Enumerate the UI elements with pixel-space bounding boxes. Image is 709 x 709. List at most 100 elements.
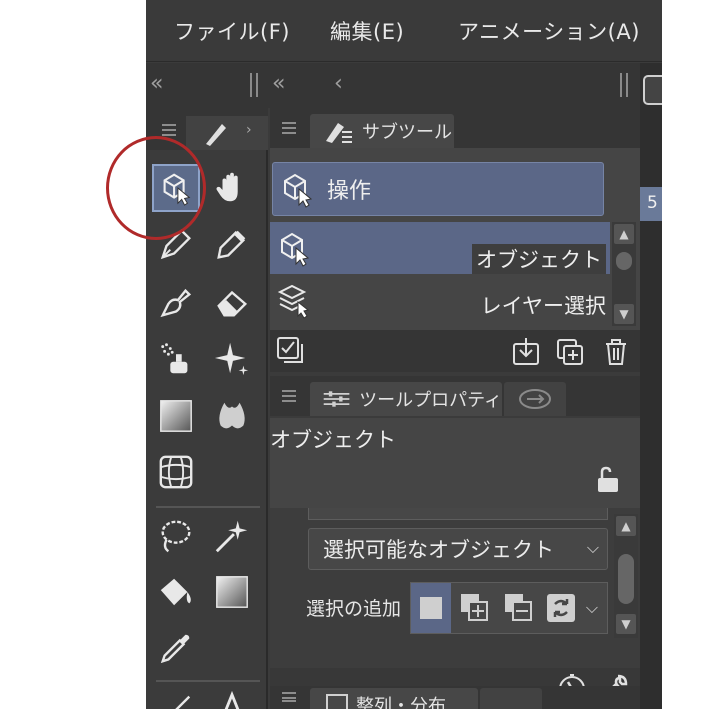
menu-animation[interactable]: アニメーション(A)	[458, 16, 640, 46]
mode-more-dropdown[interactable]: ⌵	[577, 583, 607, 633]
panel-number[interactable]: 5	[640, 187, 662, 221]
sub-tool-menu-icon[interactable]	[282, 122, 296, 134]
tab-overflow-icon: ›	[246, 122, 252, 138]
brush-icon	[160, 288, 192, 318]
lasso-tool[interactable]	[152, 512, 200, 560]
hand-tool[interactable]	[208, 164, 256, 212]
sub-tool-item-object-label: オブジェクト	[472, 244, 606, 274]
text-tool[interactable]	[208, 684, 256, 709]
selectable-object-dropdown[interactable]: 選択可能なオブジェクト ⌵	[308, 528, 608, 570]
airbrush-tool[interactable]	[152, 334, 200, 382]
mode-chevron-icon: ⌵	[585, 598, 599, 617]
menu-bar: ファイル(F) 編集(E) アニメーション(A)	[146, 0, 662, 62]
tool-property-tab[interactable]: ツールプロパティ	[310, 382, 502, 416]
sub-tool-group-label: 操作	[327, 179, 372, 204]
pen-icon	[160, 229, 191, 260]
grip-handle[interactable]	[250, 73, 258, 97]
line-tool[interactable]	[152, 684, 200, 709]
line-icon	[175, 695, 191, 709]
tool-property-name: オブジェクト	[270, 428, 396, 452]
gradient-fill-icon	[216, 576, 248, 608]
tool-property-header: オブジェクト	[270, 418, 640, 508]
sub-tool-list: 操作 オブジェクト レイヤー選択 ▲ ▼	[270, 148, 640, 330]
scroll-up-icon[interactable]: ▲	[614, 224, 634, 244]
tool-palette-tabbar: ›	[146, 108, 268, 150]
property-scroll-down-icon[interactable]: ▼	[616, 614, 636, 634]
brush-tool[interactable]	[152, 278, 200, 326]
eyedropper-tool[interactable]	[152, 624, 200, 672]
sub-tool-tabbar: サブツール	[270, 108, 640, 148]
previous-row	[308, 508, 608, 520]
operation-icon	[163, 173, 191, 206]
align-tab[interactable]: 整列・分布	[310, 688, 478, 709]
property-scroll-thumb[interactable]	[618, 554, 634, 604]
tool-property-scrollbar[interactable]: ▲ ▼	[614, 514, 638, 638]
auto-select-tool[interactable]	[208, 512, 256, 560]
collapse-sub-icon[interactable]: «	[272, 71, 285, 96]
right-panel-strip: 5	[640, 63, 662, 709]
scroll-thumb[interactable]	[616, 252, 632, 270]
back-chevron-icon[interactable]: ‹	[334, 71, 343, 96]
sub-tool-item-layer-select-label: レイヤー選択	[480, 294, 606, 318]
mode-toggle-selection[interactable]	[541, 583, 581, 633]
app-window: ファイル(F) 編集(E) アニメーション(A) « « ‹ 5 › サブツール…	[146, 0, 662, 709]
sub-tool-scrollbar[interactable]: ▲ ▼	[612, 222, 636, 326]
new-selection-icon	[420, 597, 442, 619]
pencil-tool[interactable]	[208, 220, 256, 268]
sub-tool-checkbox-icon[interactable]	[274, 334, 308, 368]
trash-icon[interactable]	[600, 336, 632, 368]
layer-select-icon	[277, 284, 310, 319]
magic-wand-icon	[215, 520, 248, 553]
blend-tool[interactable]	[208, 392, 256, 440]
property-scroll-up-icon[interactable]: ▲	[616, 516, 636, 536]
unlock-icon[interactable]	[594, 464, 622, 496]
toggle-selection-icon	[547, 594, 575, 622]
gradient-tool[interactable]	[152, 392, 200, 440]
eraser-icon	[217, 290, 248, 317]
menu-edit[interactable]: 編集(E)	[330, 16, 404, 46]
sub-tool-group-operation[interactable]: 操作	[272, 162, 604, 216]
sub-tool-tab-label: サブツール	[362, 122, 452, 143]
decoration-tool[interactable]	[208, 334, 256, 382]
align-panel-tabbar: 整列・分布	[270, 686, 640, 709]
selection-mode-group: ⌵	[410, 582, 608, 634]
pen-tool[interactable]	[152, 220, 200, 268]
import-icon[interactable]	[510, 336, 542, 368]
lasso-icon	[161, 520, 191, 553]
align-menu-icon[interactable]	[282, 692, 296, 702]
tool-separator	[156, 506, 260, 508]
figure-tool[interactable]	[152, 448, 200, 496]
mode-add-selection[interactable]	[455, 583, 495, 633]
menu-file[interactable]: ファイル(F)	[174, 16, 290, 46]
mode-new-selection[interactable]	[411, 583, 451, 633]
fill-tool[interactable]	[152, 568, 200, 616]
collapse-left-icon[interactable]: «	[150, 71, 163, 96]
tool-separator-2	[156, 680, 260, 682]
sub-tool-panel: サブツール 操作 オブジェクト レイヤー選択 ▲ ▼ ツールプロパティ オブジェ…	[270, 108, 640, 709]
duplicate-icon[interactable]	[554, 336, 586, 368]
tool-palette-tab[interactable]: ›	[186, 116, 268, 150]
sub-tool-item-layer-select[interactable]: レイヤー選択	[270, 278, 610, 326]
menu-icon[interactable]	[162, 124, 176, 136]
tool-property-tabbar: ツールプロパティ	[270, 376, 640, 416]
scroll-down-icon[interactable]: ▼	[614, 304, 634, 324]
subtract-selection-icon	[505, 594, 532, 621]
mode-subtract-selection[interactable]	[499, 583, 539, 633]
gradient-icon	[160, 400, 192, 432]
sub-tool-item-object[interactable]: オブジェクト	[270, 222, 610, 274]
tool-property-settings: 選択可能なオブジェクト ⌵ 選択の追加 ⌵ ▲ ▼	[270, 508, 640, 668]
grip-handle-right[interactable]	[620, 73, 628, 97]
eraser-tool[interactable]	[208, 278, 256, 326]
tool-property-tab-icon	[323, 391, 350, 407]
tool-property-tab-2[interactable]	[504, 382, 566, 416]
text-icon	[224, 690, 240, 709]
sub-tool-tab[interactable]: サブツール	[310, 114, 454, 148]
operation-group-icon	[284, 173, 313, 208]
tool-property-menu-icon[interactable]	[282, 390, 296, 402]
tool-palette: ›	[146, 108, 268, 709]
gradient-fill-tool[interactable]	[208, 568, 256, 616]
operation-tool[interactable]	[152, 164, 200, 212]
navigator-icon[interactable]	[643, 75, 662, 105]
align-tab-2[interactable]	[480, 688, 542, 709]
selection-add-label: 選択の追加	[306, 598, 402, 620]
